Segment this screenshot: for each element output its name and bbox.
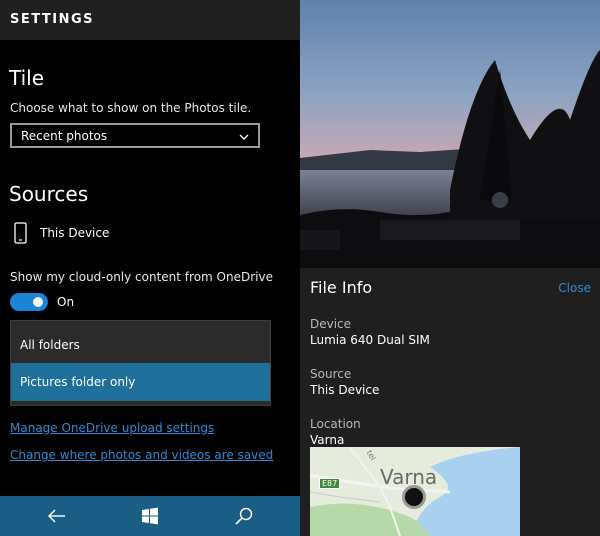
sources-section-title: Sources [9, 182, 89, 206]
toggle-knob [33, 297, 43, 307]
device-value: Lumia 640 Dual SIM [310, 333, 430, 347]
phone-icon [14, 222, 27, 248]
file-info-title: File Info [310, 278, 373, 297]
source-device-label: This Device [40, 226, 110, 240]
onedrive-folders-dropdown: All folders Pictures folder only [10, 320, 271, 406]
change-save-location-link[interactable]: Change where photos and videos are saved [10, 448, 273, 462]
photo-viewer: File Info Close Device Lumia 640 Dual SI… [300, 0, 600, 536]
onedrive-toggle[interactable] [10, 293, 48, 311]
option-label: All folders [20, 338, 80, 352]
tile-content-select[interactable]: Recent photos [10, 123, 260, 148]
device-label: Device [310, 317, 352, 331]
option-all-folders[interactable]: All folders [11, 326, 270, 364]
settings-pane: SETTINGS Tile Choose what to show on the… [0, 0, 300, 536]
onedrive-toggle-state: On [57, 295, 75, 309]
location-value: Varna [310, 433, 345, 447]
source-value: This Device [310, 383, 380, 397]
settings-header: SETTINGS [0, 0, 300, 40]
navigation-bar [0, 496, 300, 536]
map-road-badge: E87 [319, 478, 341, 489]
source-device-item: This Device [10, 222, 210, 246]
location-label: Location [310, 417, 361, 431]
tile-content-select-value: Recent photos [21, 129, 108, 143]
manage-onedrive-upload-link[interactable]: Manage OneDrive upload settings [10, 421, 214, 435]
tile-description: Choose what to show on the Photos tile. [10, 101, 252, 115]
close-button[interactable]: Close [558, 281, 591, 295]
page-title: SETTINGS [10, 12, 95, 27]
windows-start-icon[interactable] [138, 504, 162, 528]
location-pin-icon [402, 485, 426, 509]
photo-image [300, 0, 600, 268]
search-icon[interactable] [232, 504, 256, 528]
file-info-panel: File Info Close Device Lumia 640 Dual SI… [300, 268, 600, 536]
option-pictures-folder-only[interactable]: Pictures folder only [11, 363, 270, 401]
tile-section-title: Tile [9, 66, 45, 90]
chevron-down-icon [238, 128, 250, 147]
back-arrow-icon[interactable] [45, 504, 69, 528]
location-map[interactable]: tel E87 Varna [310, 447, 520, 536]
onedrive-toggle-label: Show my cloud-only content from OneDrive [10, 270, 273, 284]
option-label: Pictures folder only [20, 375, 136, 389]
source-label: Source [310, 367, 352, 381]
